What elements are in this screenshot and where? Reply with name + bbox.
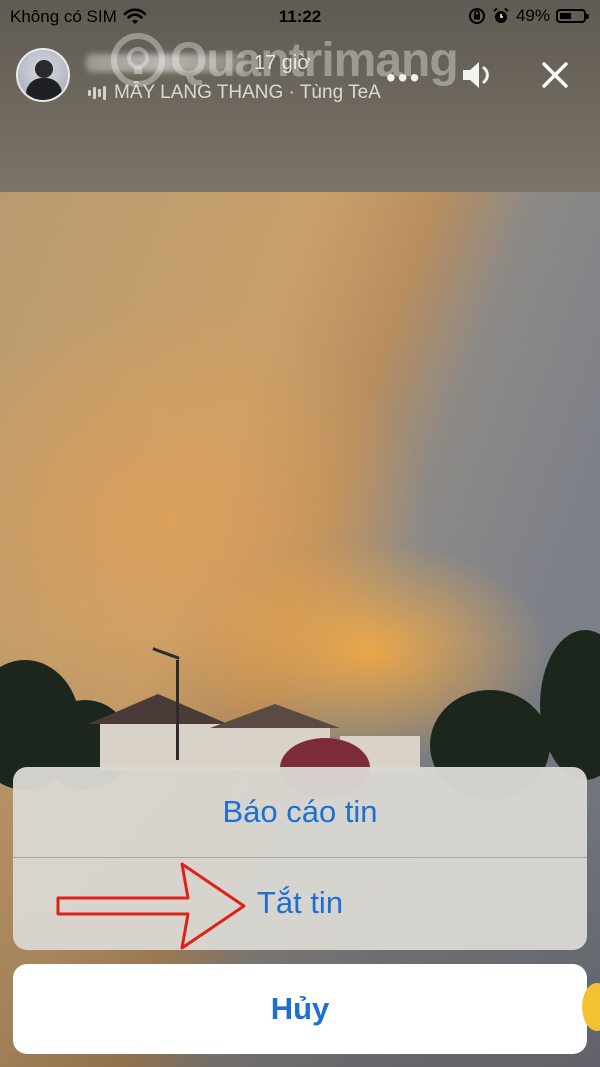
avatar-head (35, 60, 53, 78)
arrow-annotation-icon (56, 862, 246, 950)
roof (210, 704, 340, 728)
battery-percent: 49% (515, 6, 550, 25)
battery-icon (556, 9, 589, 23)
house (100, 720, 220, 770)
orientation-lock-icon (468, 8, 485, 24)
watermark: Quantrimang (110, 32, 459, 88)
cancel-button[interactable]: Hủy (13, 964, 587, 1054)
report-story-label: Báo cáo tin (222, 794, 378, 829)
status-bar: Không có SIM 11:22 49% (0, 0, 600, 34)
avatar[interactable] (16, 48, 70, 102)
mute-story-label: Tắt tin (256, 885, 344, 920)
watermark-logo-icon (111, 33, 165, 87)
status-right: 49% (468, 6, 589, 26)
music-wave-icon (88, 86, 106, 100)
report-story-button[interactable]: Báo cáo tin (13, 767, 587, 857)
watermark-text: Quantrimang (170, 33, 459, 87)
avatar-body (26, 78, 62, 100)
battery-level (560, 13, 571, 19)
roof (88, 694, 228, 724)
speaker-icon[interactable] (460, 58, 496, 92)
close-icon[interactable] (538, 58, 572, 92)
street-lamp (176, 660, 179, 760)
alarm-icon (493, 7, 509, 23)
cancel-label: Hủy (270, 991, 330, 1026)
